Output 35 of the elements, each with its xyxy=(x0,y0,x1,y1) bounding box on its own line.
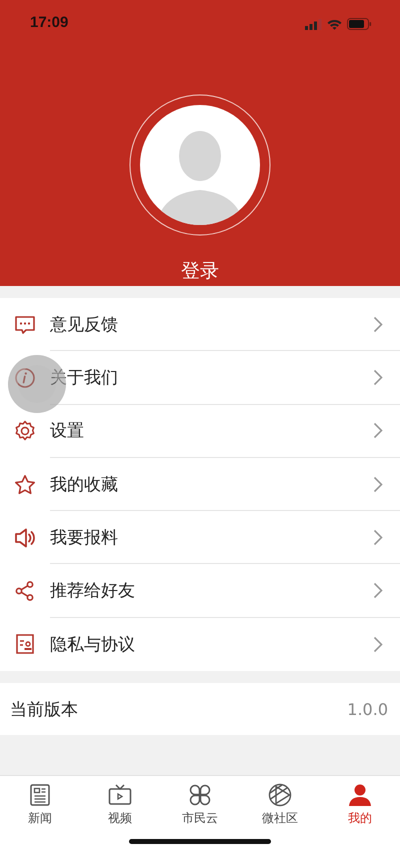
document-icon xyxy=(13,632,37,656)
battery-icon xyxy=(347,18,372,30)
chevron-icon xyxy=(373,582,383,600)
login-button[interactable]: 登录 xyxy=(175,256,225,286)
menu-item[interactable]: 我要报料 xyxy=(0,511,400,564)
tv-icon xyxy=(107,782,133,808)
chevron-icon xyxy=(373,528,383,546)
version-label: 当前版本 xyxy=(10,698,78,721)
play-circle-icon xyxy=(267,782,293,808)
status-time: 17:09 xyxy=(30,14,68,31)
info-icon xyxy=(13,366,37,390)
star-icon xyxy=(13,472,37,497)
menu-item[interactable]: 意见反馈 xyxy=(0,298,400,352)
tab[interactable]: 我的 xyxy=(320,776,400,834)
tab[interactable]: 新闻 xyxy=(0,776,80,834)
speaker-icon xyxy=(13,526,37,550)
chevron-icon xyxy=(373,368,383,386)
signal-icon xyxy=(305,18,322,30)
menu-item[interactable]: 推荐给好友 xyxy=(0,564,400,618)
chevron-icon xyxy=(373,422,383,440)
chevron-icon xyxy=(373,476,383,493)
menu-item[interactable]: 关于我们 xyxy=(0,351,400,405)
menu-item[interactable]: 设置 xyxy=(0,404,400,458)
tab[interactable]: 视频 xyxy=(80,776,160,834)
tab[interactable]: 市民云 xyxy=(160,776,240,834)
wifi-icon xyxy=(327,18,342,30)
clover-icon xyxy=(187,782,213,808)
menu-item[interactable]: 隐私与协议 xyxy=(0,618,400,672)
tab[interactable]: 微社区 xyxy=(240,776,320,834)
menu-item[interactable]: 我的收藏 xyxy=(0,458,400,512)
chevron-icon xyxy=(373,636,383,653)
version-value: 1.0.0 xyxy=(347,700,388,719)
chevron-icon xyxy=(373,316,383,333)
avatar[interactable] xyxy=(129,94,271,236)
person-icon xyxy=(347,782,373,808)
